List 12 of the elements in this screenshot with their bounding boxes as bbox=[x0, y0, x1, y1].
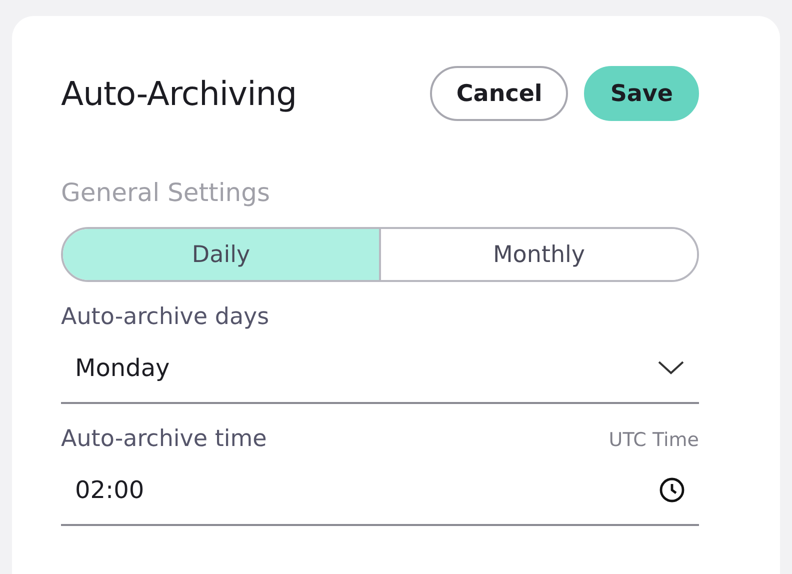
field-label: Auto-archive time bbox=[61, 426, 267, 452]
section-title: General Settings bbox=[61, 178, 272, 207]
save-button[interactable]: Save bbox=[584, 66, 699, 121]
clock-icon bbox=[659, 477, 685, 503]
chevron-down-icon bbox=[657, 360, 685, 376]
cancel-button[interactable]: Cancel bbox=[430, 66, 568, 121]
page-title: Auto-Archiving bbox=[61, 74, 298, 113]
day-select[interactable]: Monday bbox=[61, 334, 699, 404]
field-label: Auto-archive days bbox=[61, 304, 270, 330]
time-field[interactable]: 02:00 bbox=[61, 456, 699, 526]
segment-tab[interactable]: Daily bbox=[63, 229, 381, 280]
field-hint: UTC Time bbox=[608, 429, 699, 451]
